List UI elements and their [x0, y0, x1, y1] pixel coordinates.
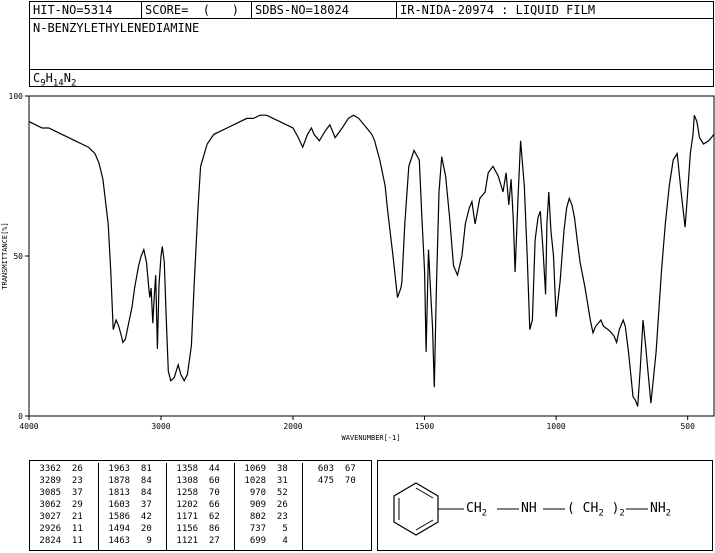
peak-row: 1586 42	[103, 512, 152, 522]
peak-row: 1358 44	[171, 464, 220, 474]
y-tick-label: 0	[18, 412, 23, 421]
y-tick-label: 50	[13, 252, 23, 261]
y-tick-label: 100	[9, 92, 24, 101]
peak-table: 3362 26 3289 23 3085 37 3062 29 3027 21 …	[29, 460, 372, 551]
x-tick-label: 1500	[415, 422, 434, 431]
structure-box: CH2 NH ( CH2 )2 NH2	[377, 460, 713, 551]
x-axis-label: WAVENUMBER[-1]	[341, 434, 400, 442]
peak-column: 1358 44 1308 60 1258 70 1202 66 1171 62 …	[166, 463, 234, 550]
ch2-chain-group: ( CH2 )2	[567, 501, 625, 519]
peak-column: 603 67 475 70	[302, 463, 372, 550]
x-tick-label: 500	[680, 422, 695, 431]
peak-row: 1121 27	[171, 536, 220, 546]
peak-column: 3362 26 3289 23 3085 37 3062 29 3027 21 …	[30, 463, 98, 550]
plot-frame	[28, 95, 715, 417]
x-tick-label: 4000	[19, 422, 38, 431]
peak-row: 1878 84	[103, 476, 152, 486]
peak-row: 802 23	[239, 512, 288, 522]
peak-row: 699 4	[239, 536, 288, 546]
peak-column: 1069 38 1028 31 970 52 909 26 802 23 737…	[234, 463, 302, 550]
ir-spectrum-chart: 4000 3000 2000 1500 1000 500 100500 WAVENUMBE…	[1, 92, 715, 442]
peak-row: 603 67	[307, 464, 356, 474]
peak-row: 3027 21	[34, 512, 83, 522]
x-tick-label: 3000	[151, 422, 170, 431]
peak-row: 3289 23	[34, 476, 83, 486]
peak-row: 1069 38	[239, 464, 288, 474]
peak-row: 1494 20	[103, 524, 152, 534]
peak-row: 1308 60	[171, 476, 220, 486]
peak-column: 1963 81 1878 84 1813 84 1603 37 1586 42 …	[98, 463, 166, 550]
peak-row: 909 26	[239, 500, 288, 510]
peak-row: 1156 86	[171, 524, 220, 534]
ch2-group: CH2	[466, 501, 488, 519]
peak-row: 2926 11	[34, 524, 83, 534]
peak-row: 1028 31	[239, 476, 288, 486]
peak-row: 1171 62	[171, 512, 220, 522]
x-tick-label: 2000	[283, 422, 302, 431]
y-axis-label: TRANSMITTANCE[%]	[1, 222, 9, 289]
peak-row: 3062 29	[34, 500, 83, 510]
nh-group: NH	[521, 501, 537, 516]
peak-row: 1463 9	[103, 536, 152, 546]
x-tick-label: 1000	[546, 422, 565, 431]
peak-row: 3362 26	[34, 464, 83, 474]
peak-row: 1202 66	[171, 500, 220, 510]
spectrum-line	[28, 114, 715, 407]
peak-row: 970 52	[239, 488, 288, 498]
nh2-group: NH2	[650, 501, 672, 519]
peak-row: 1603 37	[103, 500, 152, 510]
peak-row: 1813 84	[103, 488, 152, 498]
peak-row: 737 5	[239, 524, 288, 534]
peak-row: 1258 70	[171, 488, 220, 498]
peak-row: 2824 11	[34, 536, 83, 546]
peak-row: 1963 81	[103, 464, 152, 474]
peak-row: 475 70	[307, 476, 356, 486]
peak-row: 3085 37	[34, 488, 83, 498]
